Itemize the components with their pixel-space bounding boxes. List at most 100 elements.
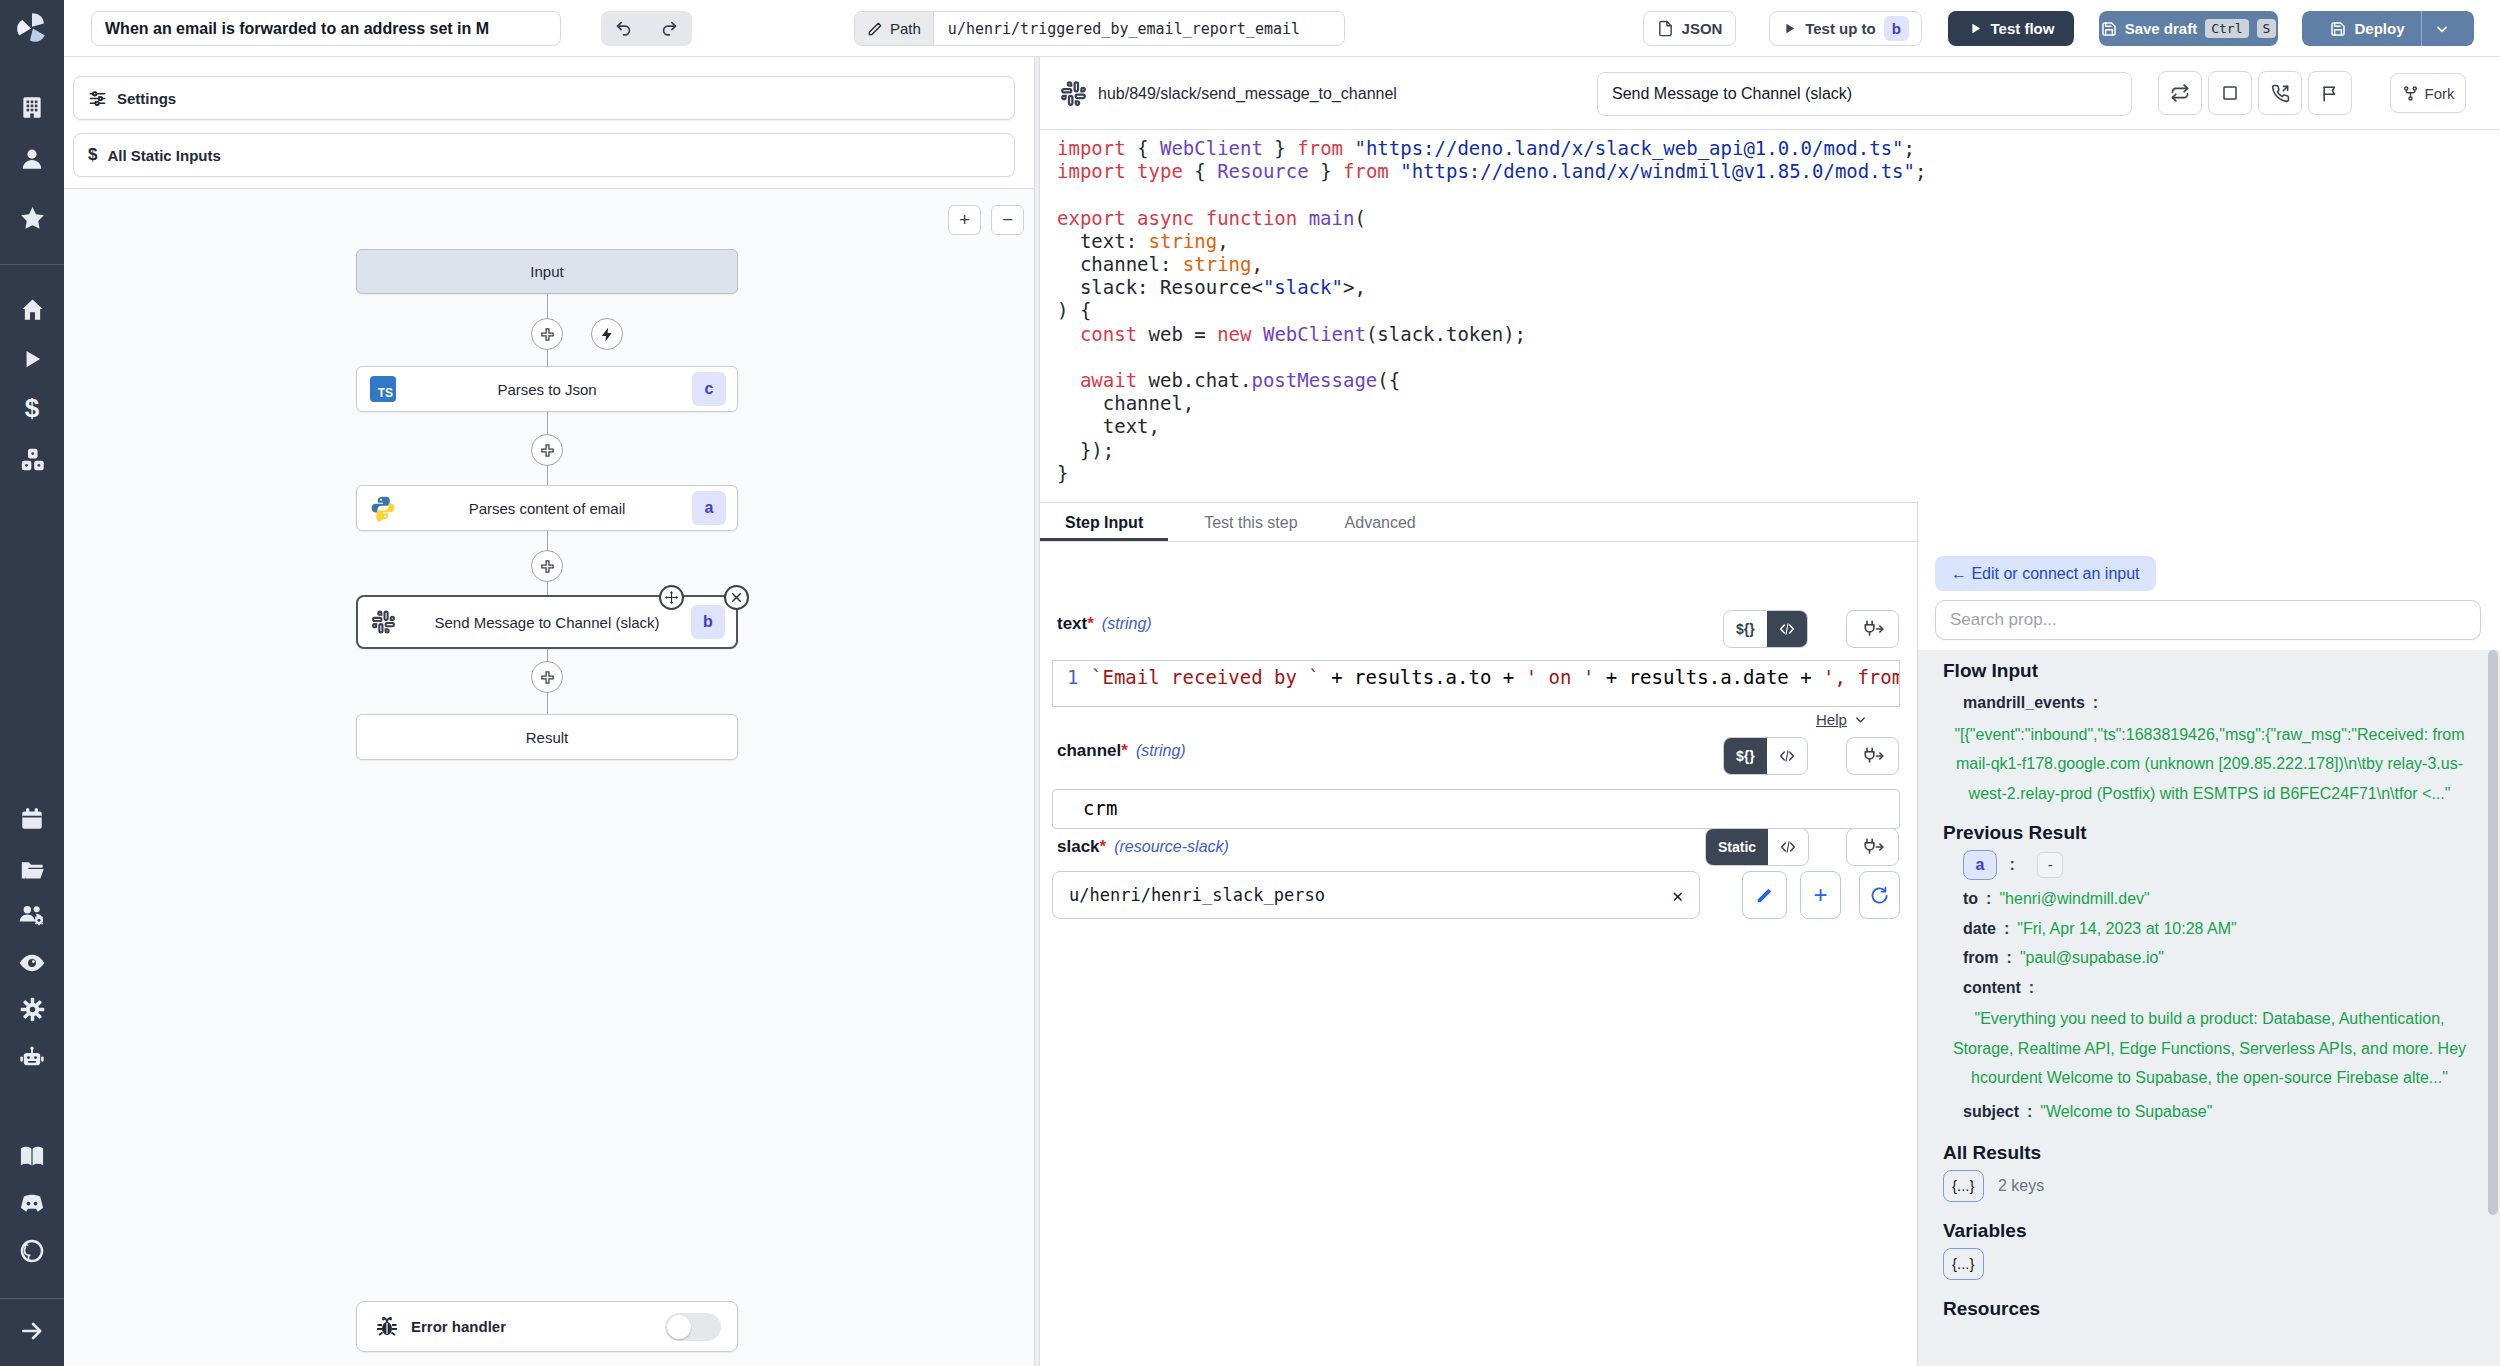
docs-book-icon[interactable] xyxy=(0,1137,64,1177)
add-step-button[interactable] xyxy=(531,434,563,466)
windmill-logo-icon[interactable] xyxy=(0,8,64,48)
flow-node-result[interactable]: Result xyxy=(356,714,738,760)
flow-input-value[interactable]: "[{"event":"inbound","ts":1683819426,"ms… xyxy=(1943,720,2476,809)
result-value-content[interactable]: "Everything you need to build a product:… xyxy=(1943,1004,2476,1093)
undo-button[interactable] xyxy=(601,11,647,46)
step-a-badge[interactable]: a xyxy=(1963,850,1997,880)
variables-dollar-icon[interactable]: $ xyxy=(0,388,64,428)
path-value[interactable]: u/henri/triggered_by_email_report_email xyxy=(934,12,1344,45)
result-value-subject[interactable]: "Welcome to Supabase" xyxy=(2040,1103,2212,1120)
all-results-expander[interactable]: {...} xyxy=(1943,1170,1984,1202)
search-prop-input[interactable]: Search prop... xyxy=(1935,600,2481,640)
test-flow-button[interactable]: Test flow xyxy=(1948,11,2074,46)
runs-play-icon[interactable] xyxy=(0,339,64,379)
text-expression-editor[interactable]: 1`Email received by ` + results.a.to + '… xyxy=(1052,660,1900,707)
field-label-slack: slack*(resource-slack) xyxy=(1057,837,1229,857)
edit-resource-pencil-button[interactable] xyxy=(1742,871,1787,919)
flow-input-key-row[interactable]: mandrill_events: xyxy=(1963,688,2476,718)
variables-expander[interactable]: {...} xyxy=(1943,1248,1984,1280)
deploy-dropdown-chevron[interactable] xyxy=(2422,21,2462,37)
result-value-to[interactable]: "henri@windmill.dev" xyxy=(1999,890,2149,907)
groups-icon[interactable] xyxy=(0,895,64,935)
code-line: const web = new WebClient(slack.token); xyxy=(1057,323,2487,346)
step-id-badge: b xyxy=(691,605,725,639)
slack-mode-javascript[interactable] xyxy=(1768,829,1808,865)
path-edit-button[interactable]: Path xyxy=(855,12,934,45)
save-draft-button[interactable]: Save draft Ctrl S xyxy=(2099,11,2278,46)
error-handler-toggle[interactable] xyxy=(665,1313,721,1341)
add-step-button[interactable] xyxy=(531,318,563,350)
add-step-button[interactable] xyxy=(531,661,563,693)
result-value-date[interactable]: "Fri, Apr 14, 2023 at 10:28 AM" xyxy=(2017,920,2236,937)
github-icon[interactable] xyxy=(0,1231,64,1271)
deploy-button[interactable]: Deploy xyxy=(2302,11,2474,46)
audit-eye-icon[interactable] xyxy=(0,943,64,983)
tab-advanced[interactable]: Advanced xyxy=(1345,503,1416,541)
hub-script-path[interactable]: hub/849/slack/send_message_to_channel xyxy=(1098,57,1397,130)
channel-mode-static[interactable]: ${} xyxy=(1724,738,1767,774)
collapse-button[interactable]: - xyxy=(2037,852,2063,878)
result-row-subject[interactable]: subject:"Welcome to Supabase" xyxy=(1963,1097,2476,1127)
text-mode-static[interactable]: ${} xyxy=(1724,611,1767,647)
add-step-button[interactable] xyxy=(531,550,563,582)
all-static-inputs-button[interactable]: $ All Static Inputs xyxy=(73,133,1015,177)
step-editor-panel: hub/849/slack/send_message_to_channel Se… xyxy=(1040,57,2500,1366)
topbar: When an email is forwarded to an address… xyxy=(64,0,2500,57)
text-mode-javascript[interactable] xyxy=(1767,611,1807,647)
result-row-from[interactable]: from:"paul@supabase.io" xyxy=(1963,943,2476,973)
expand-square-icon-button[interactable] xyxy=(2208,71,2252,115)
error-handler-node[interactable]: Error handler xyxy=(356,1301,738,1352)
flow-graph: + − Input TS Parses to Json c xyxy=(64,189,1034,1366)
webhook-phone-icon-button[interactable] xyxy=(2258,71,2302,115)
settings-gear-icon[interactable] xyxy=(0,989,64,1029)
home-icon[interactable] xyxy=(0,289,64,329)
favorites-star-icon[interactable] xyxy=(0,198,64,238)
zoom-in-button[interactable]: + xyxy=(948,205,981,235)
move-step-button[interactable] xyxy=(659,585,684,610)
zoom-out-button[interactable]: − xyxy=(991,205,1024,235)
result-value-from[interactable]: "paul@supabase.io" xyxy=(2020,949,2164,966)
workspace-icon[interactable] xyxy=(0,87,64,127)
channel-connect-plug-button[interactable] xyxy=(1846,737,1899,775)
flow-title-input[interactable]: When an email is forwarded to an address… xyxy=(91,11,561,46)
flow-settings-button[interactable]: Settings xyxy=(73,76,1015,120)
clear-resource-x-icon[interactable]: ✕ xyxy=(1672,885,1683,906)
user-icon[interactable] xyxy=(0,139,64,179)
collapse-sidebar-arrow-icon[interactable] xyxy=(0,1311,64,1351)
trigger-bolt-button[interactable] xyxy=(591,318,623,350)
schedules-calendar-icon[interactable] xyxy=(0,799,64,839)
channel-mode-javascript[interactable] xyxy=(1767,738,1807,774)
edit-or-connect-button[interactable]: ← Edit or connect an input xyxy=(1935,556,2156,591)
resources-cubes-icon[interactable] xyxy=(0,439,64,479)
text-connect-plug-button[interactable] xyxy=(1846,610,1899,648)
tab-step-input[interactable]: Step Input xyxy=(1040,503,1168,541)
channel-input[interactable]: crm xyxy=(1052,789,1900,829)
slack-connect-plug-button[interactable] xyxy=(1846,828,1899,866)
slack-mode-static[interactable]: Static xyxy=(1706,829,1768,865)
flow-node-parses-to-json[interactable]: TS Parses to Json c xyxy=(356,366,738,412)
redo-button[interactable] xyxy=(647,11,693,46)
all-results-keys-count: 2 keys xyxy=(1998,1177,2044,1194)
workers-robot-icon[interactable] xyxy=(0,1037,64,1077)
remove-step-button[interactable] xyxy=(724,585,749,610)
flow-node-input[interactable]: Input xyxy=(356,249,738,294)
result-row-date[interactable]: date:"Fri, Apr 14, 2023 at 10:28 AM" xyxy=(1963,914,2476,944)
flow-node-parses-content[interactable]: Parses content of email a xyxy=(356,485,738,531)
discord-icon[interactable] xyxy=(0,1183,64,1223)
result-row-content[interactable]: content: xyxy=(1963,973,2476,1003)
refresh-resource-button[interactable] xyxy=(1859,871,1900,919)
folders-icon[interactable] xyxy=(0,849,64,889)
tab-test-this-step[interactable]: Test this step xyxy=(1204,503,1297,541)
reload-icon-button[interactable] xyxy=(2158,71,2202,115)
test-up-to-button[interactable]: Test up to b xyxy=(1769,11,1922,46)
code-editor[interactable]: import { WebClient } from "https://deno.… xyxy=(1057,137,2487,485)
flag-icon-button[interactable] xyxy=(2308,71,2352,115)
add-resource-plus-button[interactable]: + xyxy=(1800,871,1841,919)
step-name-input[interactable]: Send Message to Channel (slack) xyxy=(1597,72,2132,116)
result-row-to[interactable]: to:"henri@windmill.dev" xyxy=(1963,884,2476,914)
help-link[interactable]: Help xyxy=(1816,711,1868,728)
scrollbar-thumb[interactable] xyxy=(2488,650,2498,1215)
slack-resource-input[interactable]: u/henri/henri_slack_perso ✕ xyxy=(1052,871,1700,919)
fork-button[interactable]: Fork xyxy=(2390,73,2466,113)
json-button[interactable]: JSON xyxy=(1643,11,1736,46)
